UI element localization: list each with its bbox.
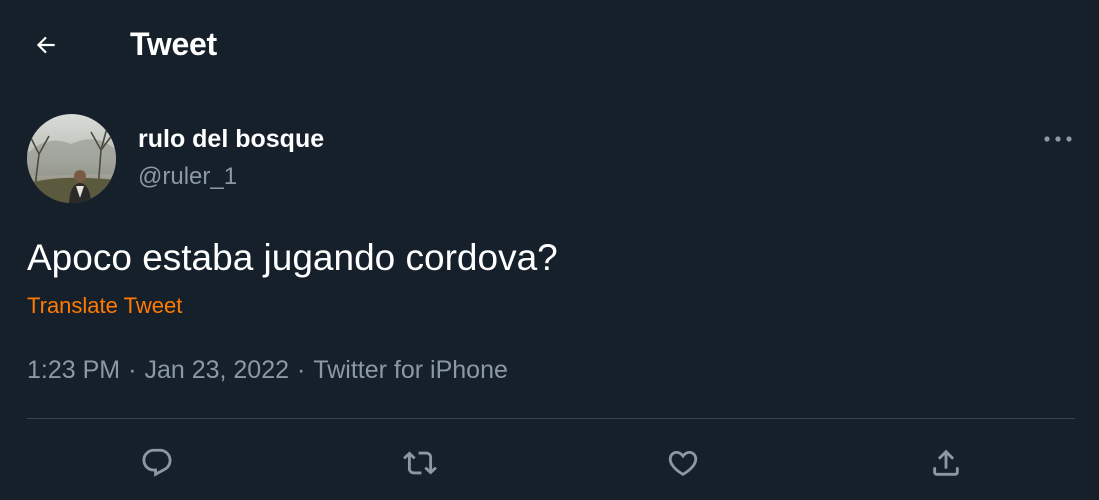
tweet-date[interactable]: Jan 23, 2022 — [144, 355, 289, 385]
like-button[interactable] — [662, 442, 704, 484]
tweet-detail-page: Tweet rulo del bosque @ruler_1 Apoco est… — [0, 0, 1099, 500]
author-handle[interactable]: @ruler_1 — [138, 163, 324, 191]
retweet-icon — [403, 451, 437, 475]
retweet-button[interactable] — [399, 442, 441, 484]
separator: · — [128, 356, 137, 384]
more-options-button[interactable] — [1036, 120, 1080, 158]
arrow-left-icon — [36, 36, 55, 54]
translate-tweet-link[interactable]: Translate Tweet — [27, 293, 182, 319]
author-info: rulo del bosque @ruler_1 — [138, 124, 324, 191]
reply-icon — [142, 448, 172, 477]
header-bar: Tweet — [0, 0, 1099, 88]
tweet-time[interactable]: 1:23 PM — [27, 355, 120, 385]
like-icon — [668, 450, 698, 476]
tweet-text: Apoco estaba jugando cordova? — [27, 237, 558, 278]
tweet-metadata: 1:23 PM · Jan 23, 2022 · Twitter for iPhone — [27, 355, 508, 385]
author-display-name[interactable]: rulo del bosque — [138, 124, 324, 154]
tweet-source[interactable]: Twitter for iPhone — [313, 355, 508, 385]
separator: · — [297, 356, 306, 384]
divider — [27, 418, 1075, 419]
back-button[interactable] — [25, 24, 67, 66]
more-horizontal-icon — [1044, 136, 1072, 142]
avatar-photo — [27, 114, 116, 203]
share-icon — [933, 449, 959, 476]
share-button[interactable] — [925, 442, 967, 484]
avatar[interactable] — [27, 114, 116, 203]
page-title: Tweet — [130, 26, 217, 62]
reply-button[interactable] — [136, 442, 178, 484]
